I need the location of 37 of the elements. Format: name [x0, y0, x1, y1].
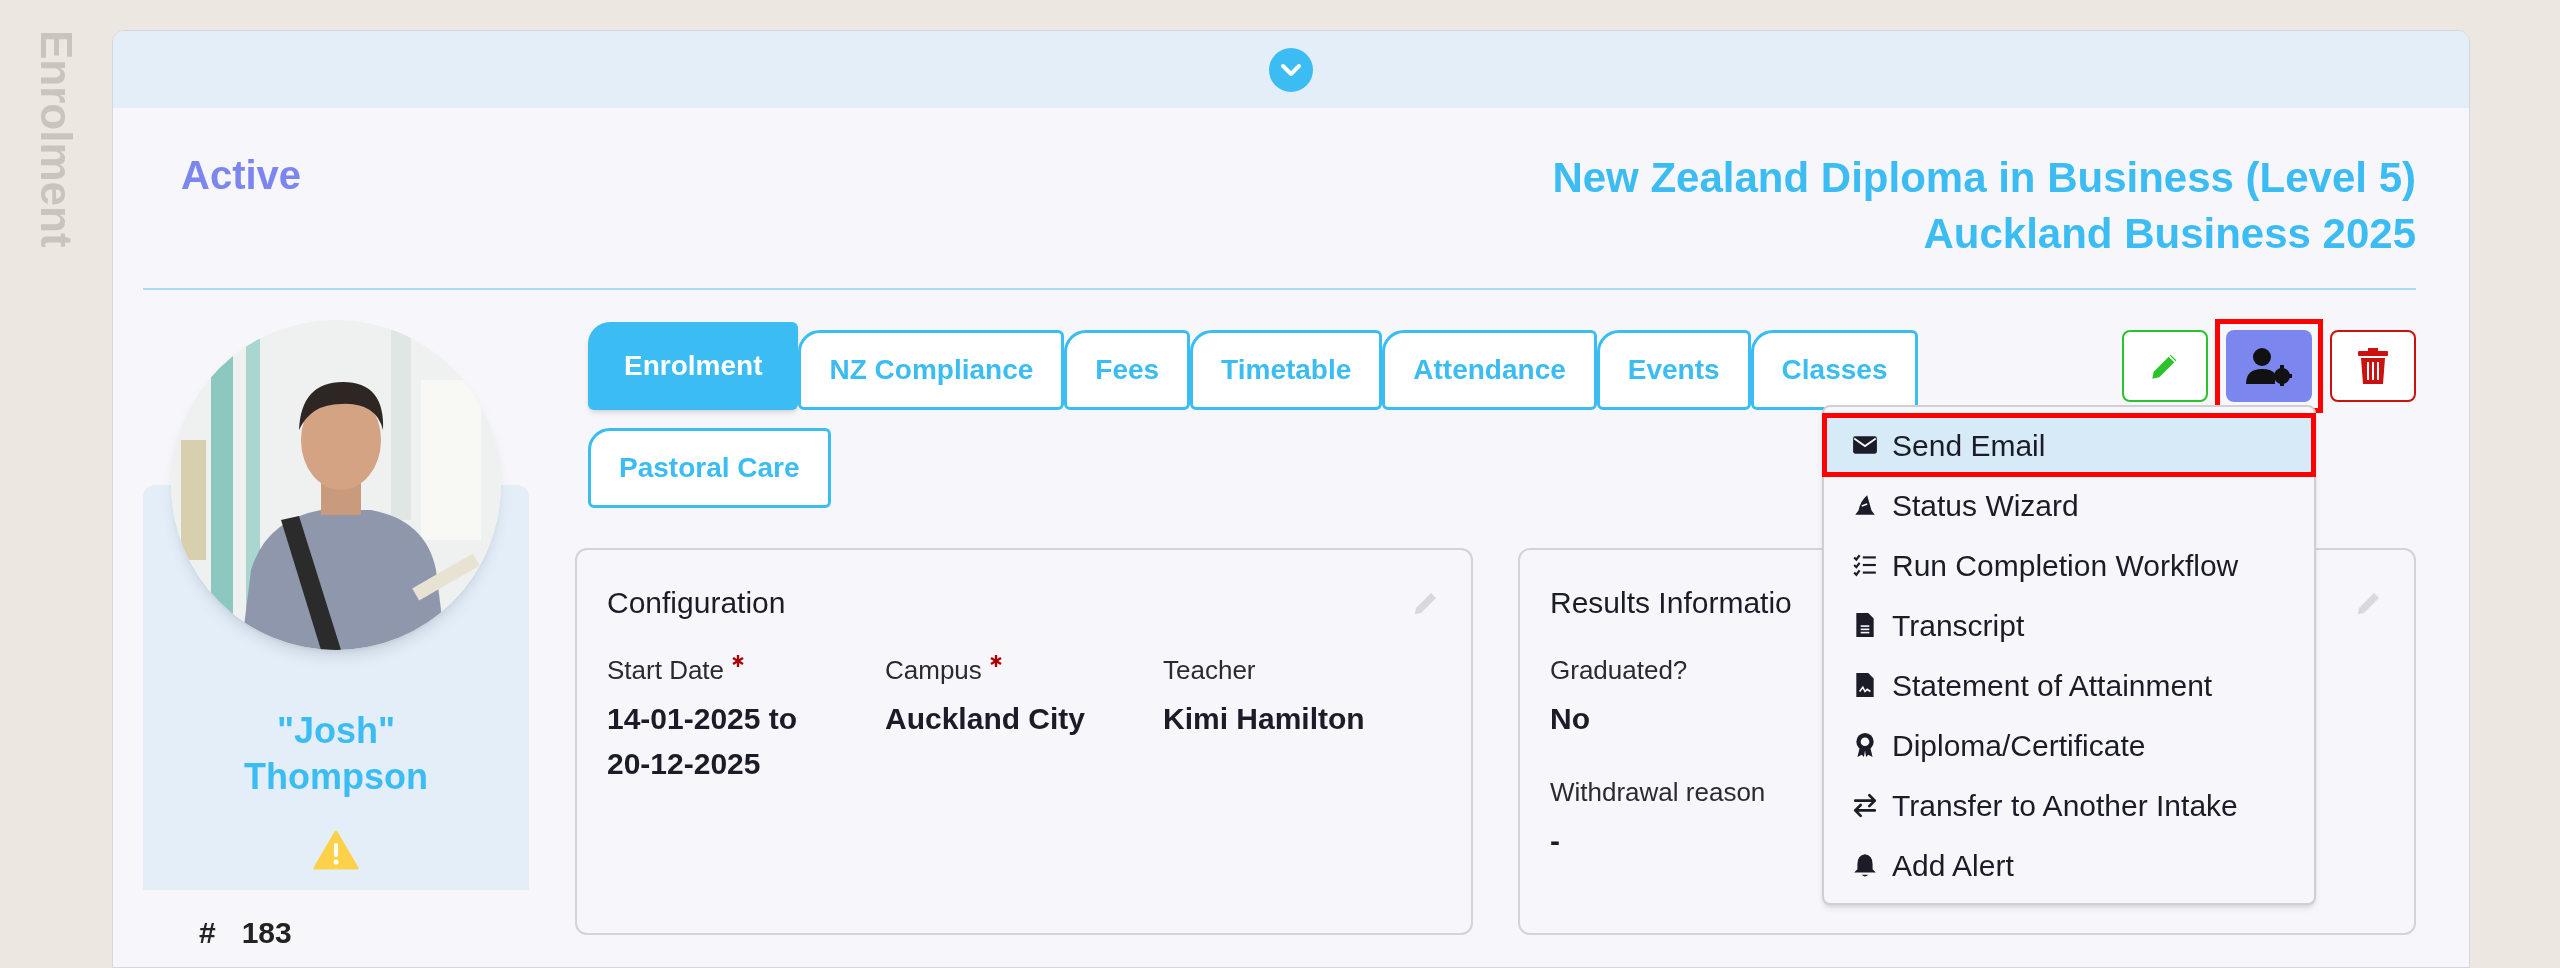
card-title: Configuration — [607, 585, 786, 621]
student-nickname: "Josh" — [276, 709, 396, 753]
status-label: Active — [180, 152, 302, 199]
menu-item[interactable]: Send Email — [1824, 415, 2314, 475]
student-id: 183 — [241, 915, 292, 951]
field-value: No — [1550, 701, 1591, 737]
menu-item[interactable]: Statement of Attainment — [1824, 655, 2314, 715]
delete-button[interactable] — [2330, 330, 2416, 402]
menu-item[interactable]: Transcript — [1824, 595, 2314, 655]
menu-item[interactable]: Status Wizard — [1824, 475, 2314, 535]
field-value: - — [1550, 823, 1561, 859]
warning-icon — [313, 830, 359, 870]
field-value: Kimi Hamilton — [1163, 701, 1366, 737]
bell-icon — [1852, 852, 1878, 878]
swap-arrows-icon — [1852, 792, 1878, 818]
field-value: 14-01-2025 to 20-12-2025 — [607, 701, 799, 782]
field-value: Auckland City — [885, 701, 1087, 737]
field-label: Teacher — [1163, 654, 1256, 687]
menu-item[interactable]: Run Completion Workflow — [1824, 535, 2314, 595]
field-label: Graduated? — [1550, 654, 1688, 687]
trash-icon — [2358, 348, 2388, 384]
chevron-down-icon[interactable] — [1269, 47, 1313, 92]
student-surname: Thompson — [244, 755, 428, 799]
menu-item[interactable]: Add Alert — [1824, 835, 2314, 895]
user-gear-icon — [2246, 346, 2292, 386]
field-label: Withdrawal reason — [1550, 776, 1766, 809]
edit-button[interactable] — [2122, 330, 2208, 402]
card-title: Results Informatio — [1550, 585, 1792, 621]
field-label: Campus — [885, 654, 982, 687]
checklist-icon — [1852, 552, 1878, 578]
intake-title: Auckland Business 2025 — [1923, 209, 2416, 259]
menu-item[interactable]: Transfer to Another Intake — [1824, 775, 2314, 835]
manage-button[interactable] — [2226, 330, 2312, 402]
program-title: New Zealand Diploma in Business (Level 5) — [1552, 153, 2416, 203]
field-label: Start Date — [607, 654, 725, 687]
id-symbol: # — [199, 915, 216, 951]
menu-item[interactable]: Diploma/Certificate — [1824, 715, 2314, 775]
